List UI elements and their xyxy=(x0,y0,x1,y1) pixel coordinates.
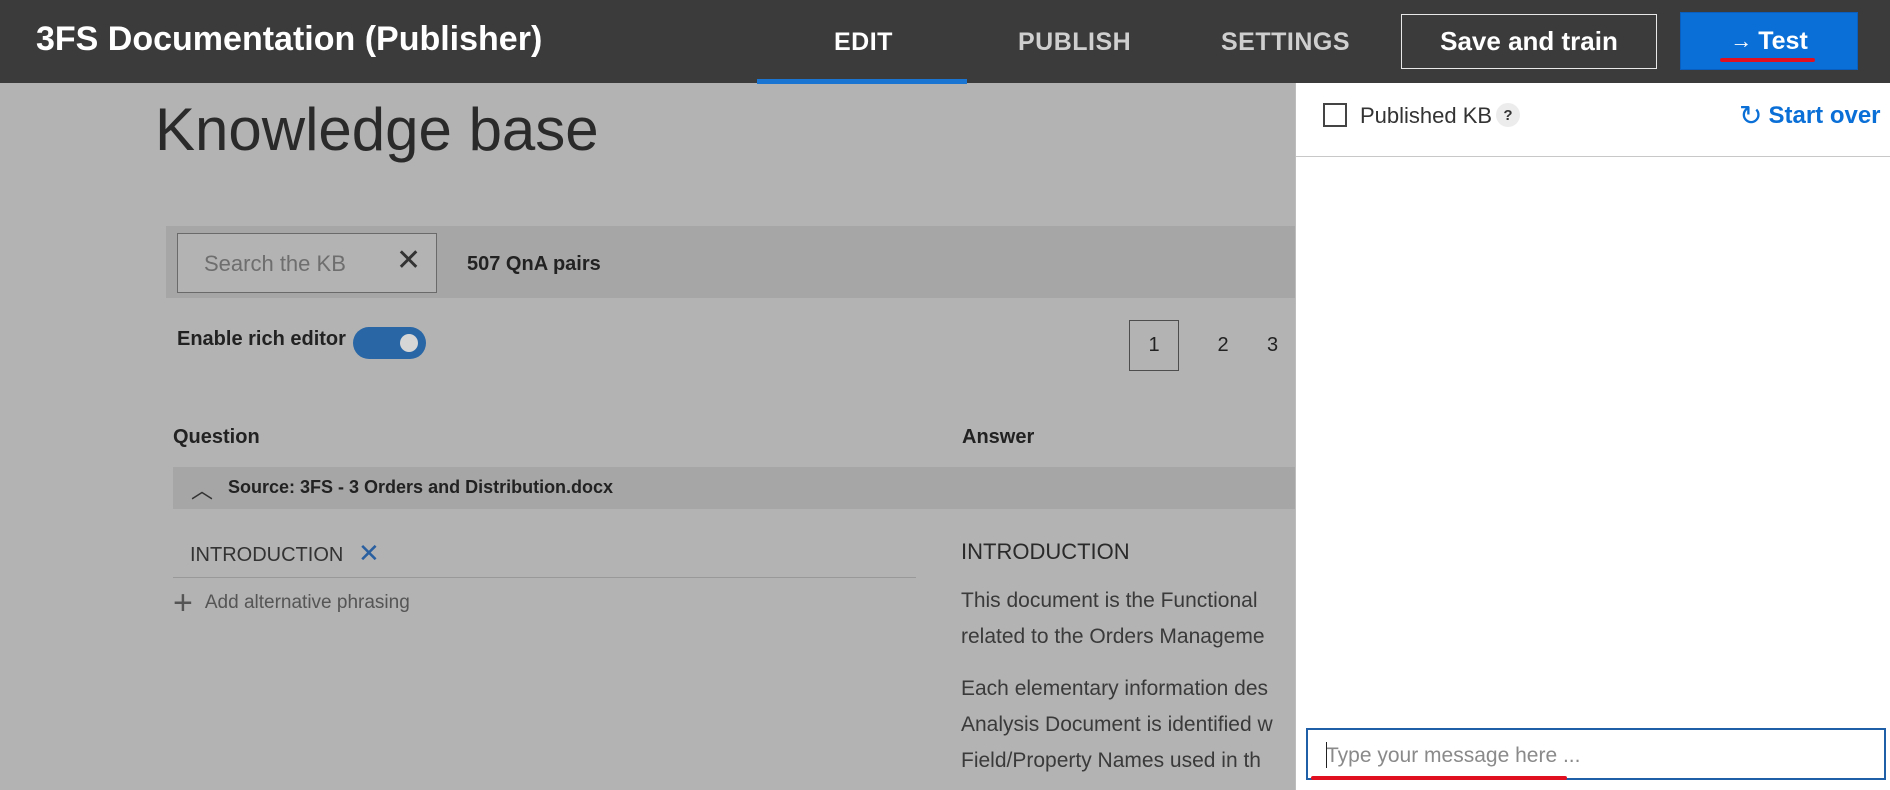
rich-editor-label: Enable rich editor xyxy=(177,328,346,350)
help-icon[interactable]: ? xyxy=(1496,103,1520,127)
search-placeholder: Search the KB xyxy=(204,251,346,276)
answer-line: This document is the Functional xyxy=(961,589,1258,612)
start-over-button[interactable]: ↻ Start over xyxy=(1739,99,1881,132)
question-text[interactable]: INTRODUCTION xyxy=(190,544,343,567)
test-panel: Published KB ? ↻ Start over Type your me… xyxy=(1295,83,1890,790)
page-title: Knowledge base xyxy=(155,96,599,163)
answer-line: related to the Orders Manageme xyxy=(961,625,1265,648)
refresh-icon: ↻ xyxy=(1739,100,1763,131)
top-bar: 3FS Documentation (Publisher) EDIT PUBLI… xyxy=(0,0,1890,84)
question-column-header: Question xyxy=(173,426,260,448)
divider xyxy=(173,577,916,578)
save-and-train-label: Save and train xyxy=(1440,26,1618,56)
message-input[interactable]: Type your message here ... xyxy=(1306,728,1886,780)
tab-publish[interactable]: PUBLISH xyxy=(1018,28,1131,57)
qna-count: 507 QnA pairs xyxy=(467,253,601,275)
divider xyxy=(1296,156,1890,157)
app-title: 3FS Documentation (Publisher) xyxy=(36,20,543,58)
remove-question-icon[interactable]: ✕ xyxy=(358,540,380,566)
toggle-knob xyxy=(400,334,418,352)
page-button-2[interactable]: 2 xyxy=(1198,320,1248,371)
page-button-3[interactable]: 3 xyxy=(1267,320,1295,371)
text-caret xyxy=(1326,742,1327,768)
add-alternative-phrasing-button[interactable]: + Add alternative phrasing xyxy=(173,586,410,620)
close-icon[interactable]: ✕ xyxy=(396,246,421,276)
message-placeholder: Type your message here ... xyxy=(1326,744,1581,767)
published-kb-label: Published KB xyxy=(1360,103,1493,128)
chevron-up-icon[interactable]: ︿ xyxy=(191,473,213,505)
start-over-label: Start over xyxy=(1768,101,1881,129)
save-and-train-button[interactable]: Save and train xyxy=(1401,14,1657,69)
search-input[interactable]: Search the KB ✕ xyxy=(177,233,437,293)
source-row[interactable]: ︿ Source: 3FS - 3 Orders and Distributio… xyxy=(173,467,1303,509)
answer-column-header: Answer xyxy=(962,426,1035,448)
test-label: Test xyxy=(1758,26,1808,55)
active-tab-indicator xyxy=(757,79,967,84)
answer-line: Analysis Document is identified w xyxy=(961,713,1273,736)
answer-line: Field/Property Names used in th xyxy=(961,749,1261,772)
published-kb-checkbox[interactable] xyxy=(1323,103,1347,127)
answer-line: Each elementary information des xyxy=(961,677,1268,700)
page-button-1[interactable]: 1 xyxy=(1129,320,1179,371)
answer-heading[interactable]: INTRODUCTION xyxy=(961,539,1130,565)
arrow-right-icon: → xyxy=(1730,28,1753,53)
tab-settings[interactable]: SETTINGS xyxy=(1221,28,1350,57)
add-alternative-phrasing-label: Add alternative phrasing xyxy=(204,592,410,613)
test-highlight-mark xyxy=(1720,58,1815,62)
source-label: Source: 3FS - 3 Orders and Distribution.… xyxy=(228,477,614,497)
tab-edit[interactable]: EDIT xyxy=(834,28,893,57)
plus-icon: + xyxy=(173,584,193,622)
rich-editor-toggle[interactable] xyxy=(353,327,426,359)
message-highlight-mark xyxy=(1311,776,1567,780)
